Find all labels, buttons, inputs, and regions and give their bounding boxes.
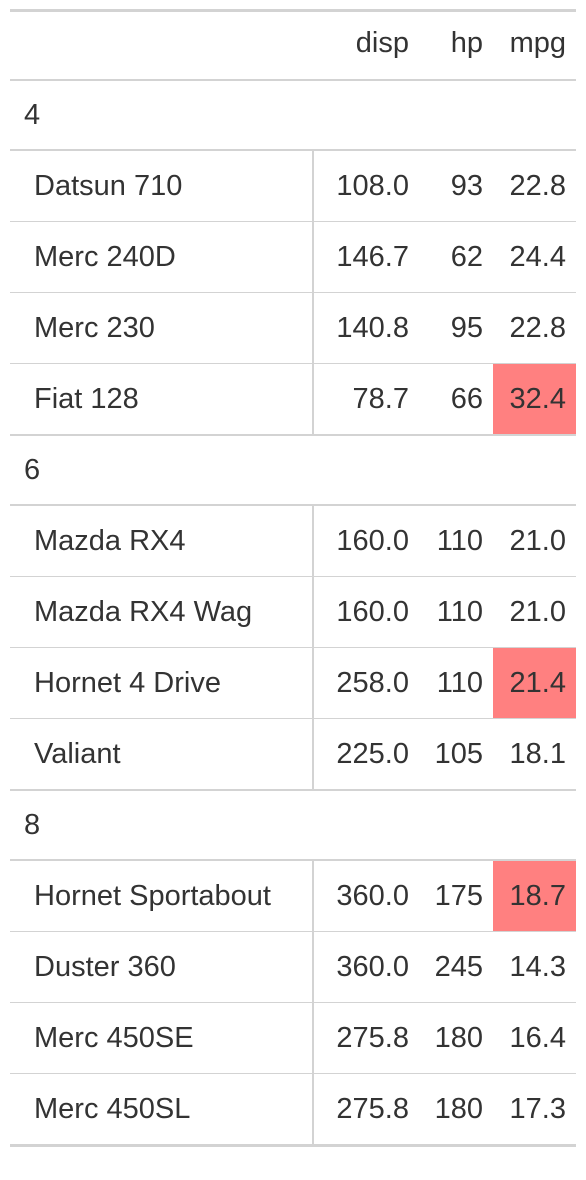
table-row: Valiant 225.0 105 18.1 xyxy=(10,718,576,791)
table-row: Merc 450SL 275.8 180 17.3 xyxy=(10,1073,576,1147)
disp-cell: 160.0 xyxy=(313,504,419,577)
group-label: 6 xyxy=(10,435,576,506)
hp-cell: 66 xyxy=(419,363,493,436)
table-row: Mazda RX4 160.0 110 21.0 xyxy=(10,504,576,577)
group-row: 4 xyxy=(10,80,576,151)
disp-cell: 78.7 xyxy=(313,363,419,436)
row-name-cell: Mazda RX4 xyxy=(10,504,314,577)
table-body: 4 Datsun 710 108.0 93 22.8 Merc 240D 146.7 62 24… xyxy=(10,80,576,1147)
mpg-cell: 17.3 xyxy=(493,1073,576,1147)
hp-cell: 93 xyxy=(419,149,493,222)
group-row: 6 xyxy=(10,435,576,506)
hp-cell: 110 xyxy=(419,504,493,577)
table-row: Merc 450SE 275.8 180 16.4 xyxy=(10,1002,576,1074)
row-name-cell: Merc 450SE xyxy=(10,1002,314,1074)
hp-cell: 175 xyxy=(419,859,493,932)
mpg-cell: 21.0 xyxy=(493,576,576,648)
hp-cell: 245 xyxy=(419,931,493,1003)
row-name-cell: Merc 240D xyxy=(10,221,314,293)
group-label: 8 xyxy=(10,790,576,861)
hp-cell: 95 xyxy=(419,292,493,364)
header-row: disp hp mpg xyxy=(10,10,576,81)
table-row: Hornet Sportabout 360.0 175 18.7 xyxy=(10,859,576,932)
column-header-disp: disp xyxy=(313,10,419,81)
mpg-cell: 21.4 xyxy=(493,647,576,719)
mpg-cell: 24.4 xyxy=(493,221,576,293)
disp-cell: 146.7 xyxy=(313,221,419,293)
mpg-cell: 16.4 xyxy=(493,1002,576,1074)
row-name-cell: Hornet Sportabout xyxy=(10,859,314,932)
mpg-cell: 32.4 xyxy=(493,363,576,436)
table-row: Hornet 4 Drive 258.0 110 21.4 xyxy=(10,647,576,719)
disp-cell: 360.0 xyxy=(313,931,419,1003)
hp-cell: 180 xyxy=(419,1002,493,1074)
table-row: Fiat 128 78.7 66 32.4 xyxy=(10,363,576,436)
hp-cell: 110 xyxy=(419,647,493,719)
hp-cell: 110 xyxy=(419,576,493,648)
row-name-cell: Mazda RX4 Wag xyxy=(10,576,314,648)
disp-cell: 258.0 xyxy=(313,647,419,719)
hp-cell: 62 xyxy=(419,221,493,293)
row-name-cell: Valiant xyxy=(10,718,314,791)
mpg-cell: 22.8 xyxy=(493,149,576,222)
column-header-stub xyxy=(10,10,313,81)
mpg-cell: 18.1 xyxy=(493,718,576,791)
mpg-cell: 22.8 xyxy=(493,292,576,364)
row-name-cell: Datsun 710 xyxy=(10,149,314,222)
disp-cell: 225.0 xyxy=(313,718,419,791)
row-name-cell: Hornet 4 Drive xyxy=(10,647,314,719)
table-row: Merc 230 140.8 95 22.8 xyxy=(10,292,576,364)
row-name-cell: Merc 450SL xyxy=(10,1073,314,1147)
hp-cell: 105 xyxy=(419,718,493,791)
table-row: Merc 240D 146.7 62 24.4 xyxy=(10,221,576,293)
disp-cell: 108.0 xyxy=(313,149,419,222)
data-table: disp hp mpg 4 Datsun 710 108.0 93 22.8 Merc 2… xyxy=(10,9,576,1147)
disp-cell: 160.0 xyxy=(313,576,419,648)
mpg-cell: 14.3 xyxy=(493,931,576,1003)
table-row: Datsun 710 108.0 93 22.8 xyxy=(10,149,576,222)
column-header-mpg: mpg xyxy=(493,10,576,81)
mpg-cell: 18.7 xyxy=(493,859,576,932)
table-header: disp hp mpg xyxy=(10,10,576,81)
hp-cell: 180 xyxy=(419,1073,493,1147)
row-name-cell: Merc 230 xyxy=(10,292,314,364)
table-row: Mazda RX4 Wag 160.0 110 21.0 xyxy=(10,576,576,648)
column-header-hp: hp xyxy=(419,10,493,81)
row-name-cell: Fiat 128 xyxy=(10,363,314,436)
disp-cell: 360.0 xyxy=(313,859,419,932)
disp-cell: 140.8 xyxy=(313,292,419,364)
mpg-cell: 21.0 xyxy=(493,504,576,577)
disp-cell: 275.8 xyxy=(313,1002,419,1074)
group-row: 8 xyxy=(10,790,576,861)
table-row: Duster 360 360.0 245 14.3 xyxy=(10,931,576,1003)
row-name-cell: Duster 360 xyxy=(10,931,314,1003)
disp-cell: 275.8 xyxy=(313,1073,419,1147)
group-label: 4 xyxy=(10,80,576,151)
